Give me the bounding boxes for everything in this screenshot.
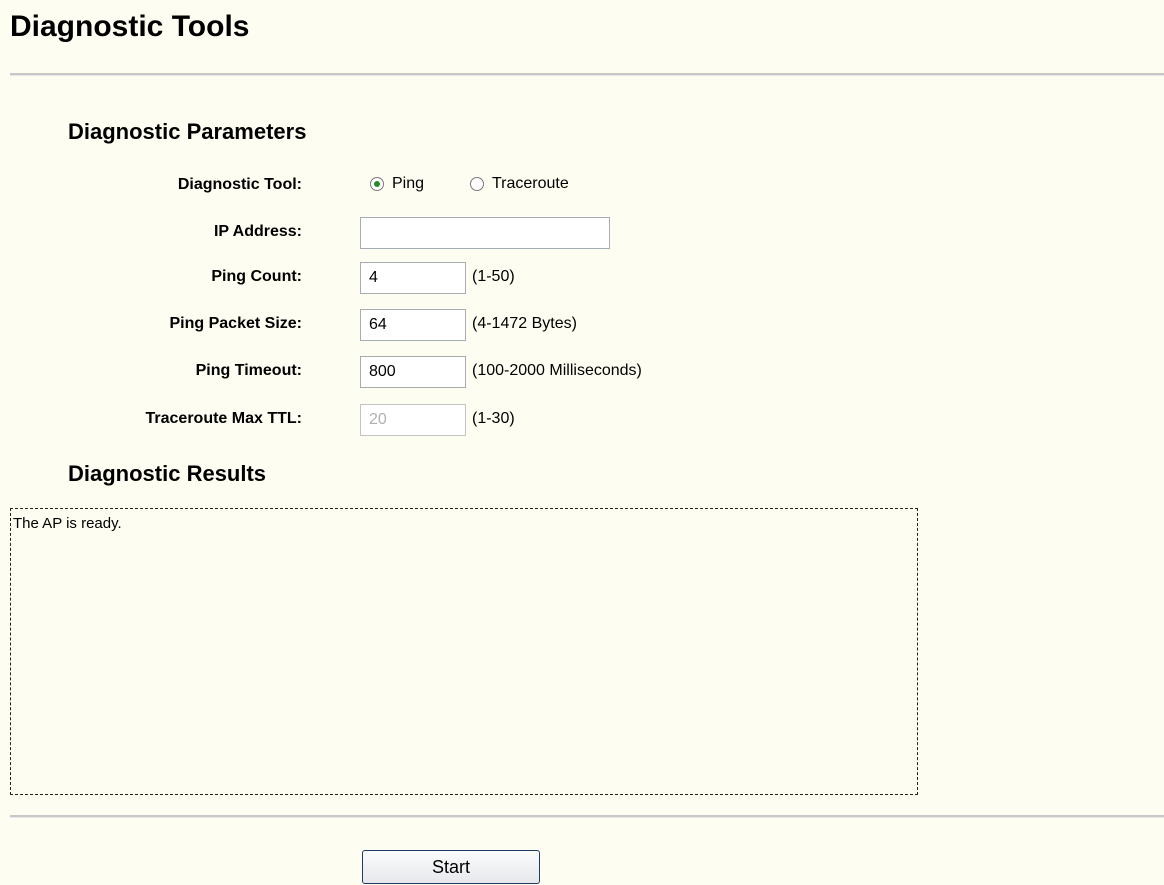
ping-packet-size-range-hint: (4-1472 Bytes) (472, 315, 577, 332)
diagnostic-results-text: The AP is ready. (13, 515, 122, 532)
ping-count-label: Ping Count: (211, 268, 302, 285)
page-title: Diagnostic Tools (10, 10, 250, 43)
header-divider (10, 73, 1164, 76)
ping-radio[interactable]: Ping (370, 175, 424, 193)
diagnostic-results-box[interactable]: The AP is ready. (10, 508, 918, 795)
footer-divider (10, 815, 1164, 818)
diagnostic-tool-row: Diagnostic Tool: Ping Traceroute (0, 170, 1164, 202)
ip-address-label: IP Address: (213, 223, 302, 240)
section-title-parameters: Diagnostic Parameters (68, 119, 307, 144)
ping-count-row: Ping Count: (1-50) (0, 262, 1164, 294)
ip-address-input[interactable] (360, 217, 610, 249)
radio-unselected-icon[interactable] (470, 177, 484, 191)
radio-selected-icon[interactable] (370, 177, 384, 191)
traceroute-max-ttl-input (360, 404, 466, 436)
traceroute-max-ttl-range-hint: (1-30) (472, 410, 515, 427)
ping-timeout-input[interactable] (360, 356, 466, 388)
traceroute-max-ttl-label: Traceroute Max TTL: (145, 410, 302, 427)
ping-packet-size-row: Ping Packet Size: (4-1472 Bytes) (0, 309, 1164, 341)
ping-packet-size-input[interactable] (360, 309, 466, 341)
ping-count-range-hint: (1-50) (472, 268, 515, 285)
ping-timeout-row: Ping Timeout: (100-2000 Milliseconds) (0, 356, 1164, 388)
ping-radio-label: Ping (392, 175, 425, 192)
traceroute-radio-label: Traceroute (492, 175, 569, 192)
traceroute-max-ttl-row: Traceroute Max TTL: (1-30) (0, 404, 1164, 436)
ping-count-input[interactable] (360, 262, 466, 294)
start-button[interactable]: Start (362, 850, 540, 884)
ip-address-row: IP Address: (0, 217, 1164, 249)
traceroute-radio[interactable]: Traceroute (470, 175, 569, 193)
ping-timeout-range-hint: (100-2000 Milliseconds) (472, 362, 642, 379)
ping-timeout-label: Ping Timeout: (195, 362, 302, 379)
ping-packet-size-label: Ping Packet Size: (169, 315, 303, 332)
diagnostic-tool-label: Diagnostic Tool: (177, 176, 302, 193)
section-title-results: Diagnostic Results (68, 461, 267, 486)
